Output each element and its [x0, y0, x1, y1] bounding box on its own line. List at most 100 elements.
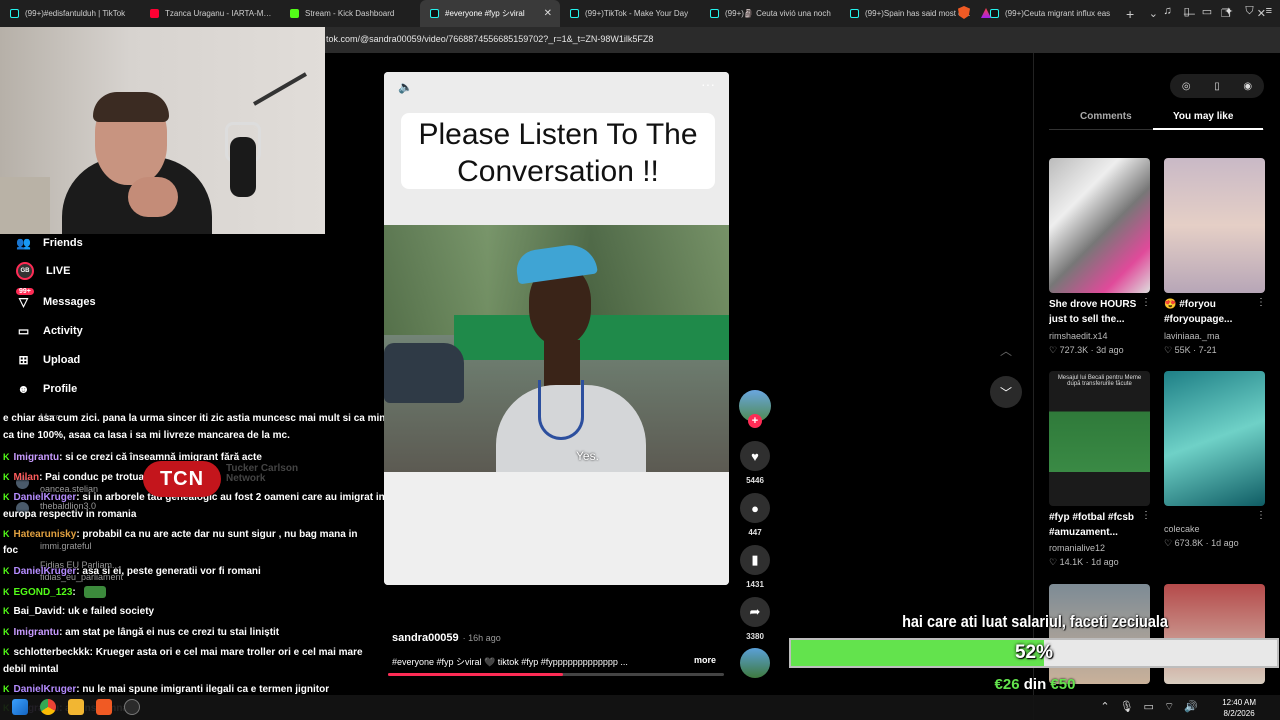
chat-username[interactable]: schlotterbeckkk: [14, 647, 90, 658]
close-tab-icon[interactable]: ✕: [544, 8, 552, 19]
tab-comments[interactable]: Comments: [1080, 111, 1132, 122]
stream-chat: oancea.stelian thebaldlion3.0 immi.grate…: [0, 398, 410, 720]
browser-tab[interactable]: #everyone #fyp シviral ✕: [420, 0, 560, 27]
recommended-thumbnail[interactable]: [1049, 158, 1150, 293]
recommended-thumbnail[interactable]: Mesajul lui Becali pentru Meme după tran…: [1049, 371, 1150, 506]
more-options-icon[interactable]: ···: [701, 76, 715, 92]
wallet-icon[interactable]: ▭: [1202, 5, 1212, 18]
sidebar-toggle-icon[interactable]: ▯: [1184, 5, 1190, 18]
tab-you-may-like[interactable]: You may like: [1173, 111, 1233, 122]
bookmark-icon[interactable]: ▮: [740, 545, 770, 575]
chat-username[interactable]: Imigrantu: [14, 627, 60, 638]
tray-chevron-icon[interactable]: ⌃: [1100, 700, 1109, 714]
upload-icon: ⊞: [18, 352, 29, 367]
chat-username[interactable]: Bai_David: [14, 606, 62, 617]
media-icon[interactable]: ♫: [1163, 5, 1171, 18]
heart-icon[interactable]: ♥: [740, 441, 770, 471]
phone-icon[interactable]: ▯: [1214, 81, 1220, 92]
share-action[interactable]: ➦ 3380: [740, 597, 770, 641]
browser-tab[interactable]: (99+)#edisfantulduh | TikTok: [0, 0, 140, 27]
chat-username[interactable]: EGOND_123: [14, 587, 73, 598]
speaker-icon[interactable]: 🔊: [1184, 700, 1198, 714]
recommended-more-icon[interactable]: ⋮: [1141, 510, 1151, 521]
chat-text: : uk e failed society: [61, 606, 155, 617]
recommended-author[interactable]: colecake: [1164, 524, 1200, 534]
chat-username[interactable]: DanielKruger: [14, 684, 77, 695]
recommended-thumbnail[interactable]: [1164, 584, 1265, 684]
recommended-title[interactable]: 😍 #foryou #foryoupage...: [1164, 297, 1260, 327]
chat-text: : am stat pe lângă ei nus ce crezi tu st…: [59, 627, 280, 638]
tab-title: Tzanca Uraganu - IARTA-MA M: [165, 9, 272, 18]
url-field[interactable]: tok.com/@sandra00059/video/7668874556685…: [326, 34, 653, 44]
share-icon[interactable]: ➦: [740, 597, 770, 627]
recommended-more-icon[interactable]: ⋮: [1256, 510, 1266, 521]
chat-username[interactable]: Hatearunisky: [14, 529, 77, 540]
browser-tab[interactable]: (99+)Ceuta migrant influx eas: [980, 0, 1120, 27]
like-action[interactable]: ♥ 5446: [740, 441, 770, 485]
recommended-author[interactable]: laviniaaa._ma: [1164, 331, 1220, 341]
chat-text: e chiar asa cum zici. pana la urma since…: [3, 413, 403, 424]
video-username[interactable]: sandra00059: [392, 632, 459, 644]
file-explorer-icon[interactable]: [68, 699, 84, 715]
tab-title: (99+)Spain has said most of th: [865, 9, 972, 18]
recommended-thumbnail[interactable]: [1164, 158, 1265, 293]
sidebar-item-upload[interactable]: ⊞ Upload: [16, 352, 80, 367]
system-tray: ⌃ 🎙 ▭ ⌔ 🔊: [1100, 700, 1198, 714]
sidebar-item-friends[interactable]: 👥 Friends: [16, 235, 83, 250]
windows-start-icon[interactable]: [12, 699, 28, 715]
obs-icon[interactable]: [124, 699, 140, 715]
video-player[interactable]: 🔈 ··· Please Listen To The Conversation …: [384, 72, 729, 585]
browser-tab[interactable]: Tzanca Uraganu - IARTA-MA M: [140, 0, 280, 27]
recommended-thumbnail[interactable]: [1049, 584, 1150, 684]
music-disc-icon[interactable]: [740, 648, 770, 678]
kick-badge-icon: K: [3, 587, 10, 597]
sidebar-item-profile[interactable]: ☻ Profile: [16, 381, 77, 396]
browser-tab[interactable]: (99+)TikTok - Make Your Day: [560, 0, 700, 27]
video-author[interactable]: sandra00059 · 16h ago: [392, 632, 501, 644]
sidebar-item-messages[interactable]: ▽ 99+ Messages: [16, 288, 96, 309]
chat-username[interactable]: Milan: [14, 472, 40, 483]
chat-username[interactable]: Imigrantu: [14, 452, 60, 463]
chat-text: debil mintal: [3, 664, 59, 675]
donation-goal-title: hai care ati luat salariul, faceti zeciu…: [902, 612, 1168, 631]
leo-ai-icon[interactable]: ✦: [1224, 5, 1233, 18]
recommended-thumbnail[interactable]: [1164, 371, 1265, 506]
video-progress-bar[interactable]: [388, 673, 724, 676]
tab-search-icon[interactable]: ⌄: [1149, 7, 1158, 20]
comment-icon[interactable]: ●: [740, 493, 770, 523]
previous-video-button[interactable]: ︿: [990, 334, 1022, 366]
follow-button[interactable]: +: [748, 414, 762, 428]
comment-action[interactable]: ● 447: [740, 493, 770, 537]
compass-icon[interactable]: ◎: [1182, 81, 1191, 92]
next-video-button[interactable]: ﹀: [990, 376, 1022, 408]
browser-tab[interactable]: Stream - Kick Dashboard: [280, 0, 420, 27]
donation-current: €26: [994, 676, 1020, 693]
recommended-more-icon[interactable]: ⋮: [1141, 297, 1151, 308]
chat-username[interactable]: DanielKruger: [14, 566, 77, 577]
new-tab-button[interactable]: +: [1126, 6, 1134, 22]
vpn-icon[interactable]: ⛉: [1245, 5, 1253, 18]
display-icon[interactable]: ▭: [1144, 700, 1154, 714]
recommended-title[interactable]: She drove HOURS just to sell the...: [1049, 297, 1145, 327]
chat-message: K Hatearunisky: probabil ca nu are acte d…: [3, 528, 357, 541]
volume-icon[interactable]: 🔈: [398, 80, 413, 94]
recommended-more-icon[interactable]: ⋮: [1256, 297, 1266, 308]
microphone-icon[interactable]: 🎙: [1120, 700, 1134, 714]
sidebar-item-live[interactable]: GB LIVE: [16, 262, 70, 280]
recommended-author[interactable]: romanialive12: [1049, 543, 1105, 553]
network-icon[interactable]: ⌔: [1164, 700, 1174, 714]
recommended-author[interactable]: rimshaedit.x14: [1049, 331, 1108, 341]
save-action[interactable]: ▮ 1431: [740, 545, 770, 589]
chat-username[interactable]: DanielKruger: [14, 492, 77, 503]
chrome-icon[interactable]: [40, 699, 56, 715]
tiktok-icon: [990, 9, 999, 18]
recommended-title[interactable]: #fyp #fotbal #fcsb #amuzament...: [1049, 510, 1145, 540]
sidebar-item-activity[interactable]: ▭ Activity: [16, 323, 83, 338]
description-more-button[interactable]: more: [694, 655, 716, 665]
avatar-icon[interactable]: ◉: [1243, 81, 1252, 92]
menu-icon[interactable]: ≡: [1266, 5, 1272, 18]
sidebar-item-label: LIVE: [46, 265, 71, 277]
taskbar-clock[interactable]: 12:40 AM 8/2/2026: [1222, 697, 1256, 719]
brave-icon[interactable]: [96, 699, 112, 715]
browser-tab[interactable]: (99+)🗿 Ceuta vivió una noch: [700, 0, 840, 27]
